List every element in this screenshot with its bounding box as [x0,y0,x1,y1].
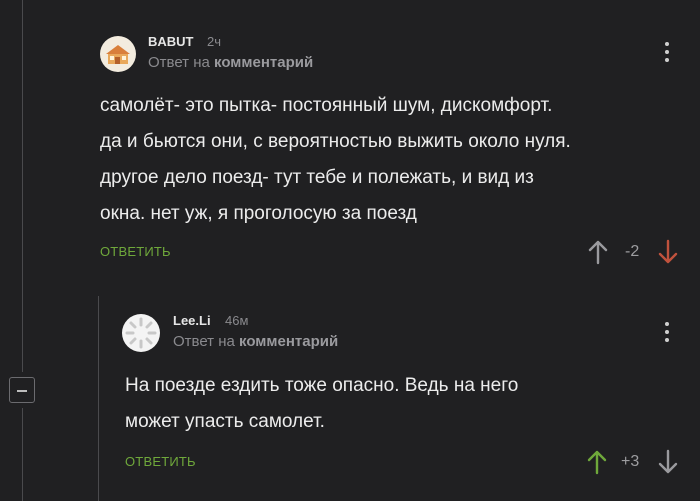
comment-text-line: На поезде ездить тоже опасно. Ведь на не… [125,375,519,396]
comment-text-line: другое дело поезд- тут тебе и полежать, … [100,167,534,188]
reply-button[interactable]: ОТВЕТИТЬ [125,454,196,469]
arrow-up-icon[interactable] [588,239,608,265]
thread-line [22,0,23,372]
comment-text-line: окна. нет уж, я проголосую за поезд [100,203,417,224]
reply-target-link[interactable]: комментарий [214,54,313,71]
avatar[interactable] [122,314,160,352]
reply-info: Ответ на комментарий [173,333,338,350]
username[interactable]: Lee.Li [173,313,211,328]
collapse-thread-button[interactable] [9,377,35,403]
reply-prefix: Ответ на [173,333,235,350]
comment-time: 46м [225,313,249,328]
comment-time: 2ч [207,34,222,49]
thread-line-nested [98,296,99,501]
thread-line [22,408,23,501]
username[interactable]: BABUT [148,34,194,49]
minus-icon [17,390,27,392]
comment-text: самолёт- это пытка- постоянный шум, диск… [100,88,571,232]
comment-text-line: может упасть самолет. [125,411,325,432]
rating: +3 [621,453,640,470]
spinner-avatar-icon [125,317,157,349]
rating: -2 [625,243,640,260]
comment-menu-button[interactable] [664,322,670,344]
arrow-down-icon[interactable] [658,449,678,475]
arrow-up-icon[interactable] [587,449,607,475]
house-avatar-icon [106,45,130,64]
reply-prefix: Ответ на [148,54,210,71]
reply-info: Ответ на комментарий [148,54,313,71]
arrow-down-icon[interactable] [658,239,678,265]
avatar[interactable] [100,36,136,72]
comment-text: На поезде ездить тоже опасно. Ведь на не… [125,368,518,440]
reply-button[interactable]: ОТВЕТИТЬ [100,244,171,259]
comment-text-line: да и бьются они, с вероятностью выжить о… [100,131,571,152]
reply-target-link[interactable]: комментарий [239,333,338,350]
comment-text-line: самолёт- это пытка- постоянный шум, диск… [100,95,553,116]
comment-menu-button[interactable] [664,42,670,64]
